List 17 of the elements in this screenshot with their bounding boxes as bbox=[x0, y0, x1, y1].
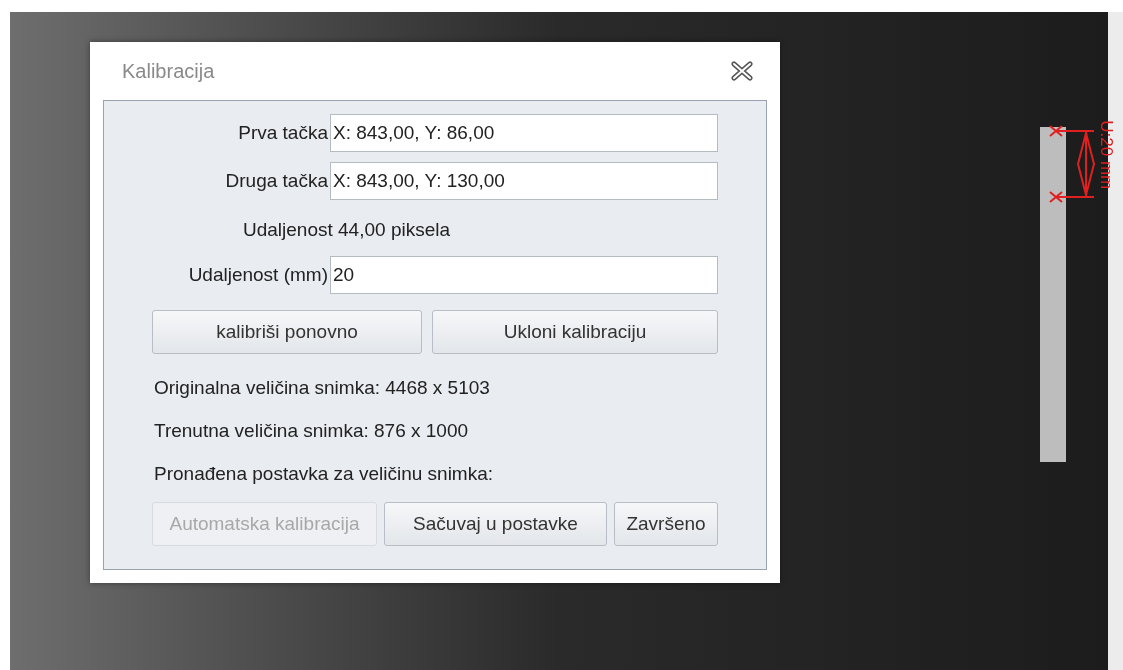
dialog-button[interactable]: Sačuvaj u postavke bbox=[384, 502, 607, 546]
info-text: Originalna veličina snimka: 4468 x 5103 bbox=[154, 376, 491, 400]
point-field[interactable]: X: 843,00, Y: 86,00 bbox=[330, 114, 718, 152]
field-label: Udaljenost (mm) bbox=[187, 262, 329, 287]
dialog-title: Kalibracija bbox=[122, 59, 215, 84]
field-label: Druga tačka bbox=[224, 168, 329, 193]
field-label: Prva tačka bbox=[237, 120, 329, 145]
dialog-button[interactable]: Ukloni kalibraciju bbox=[432, 310, 718, 354]
measurement-label: U:20 mm bbox=[1096, 119, 1116, 192]
dialog-button[interactable]: Završeno bbox=[614, 502, 718, 546]
pixel-distance-text: Udaljenost 44,00 piksela bbox=[243, 217, 451, 242]
dialog-button[interactable]: kalibriši ponovno bbox=[152, 310, 422, 354]
distance-mm-field[interactable]: 20 bbox=[330, 256, 718, 294]
info-text: Pronađena postavka za veličinu snimka: bbox=[154, 462, 495, 486]
info-text: Trenutna veličina snimka: 876 x 1000 bbox=[154, 419, 470, 443]
point-field[interactable]: X: 843,00, Y: 130,00 bbox=[330, 162, 718, 200]
close-icon[interactable] bbox=[730, 59, 754, 83]
